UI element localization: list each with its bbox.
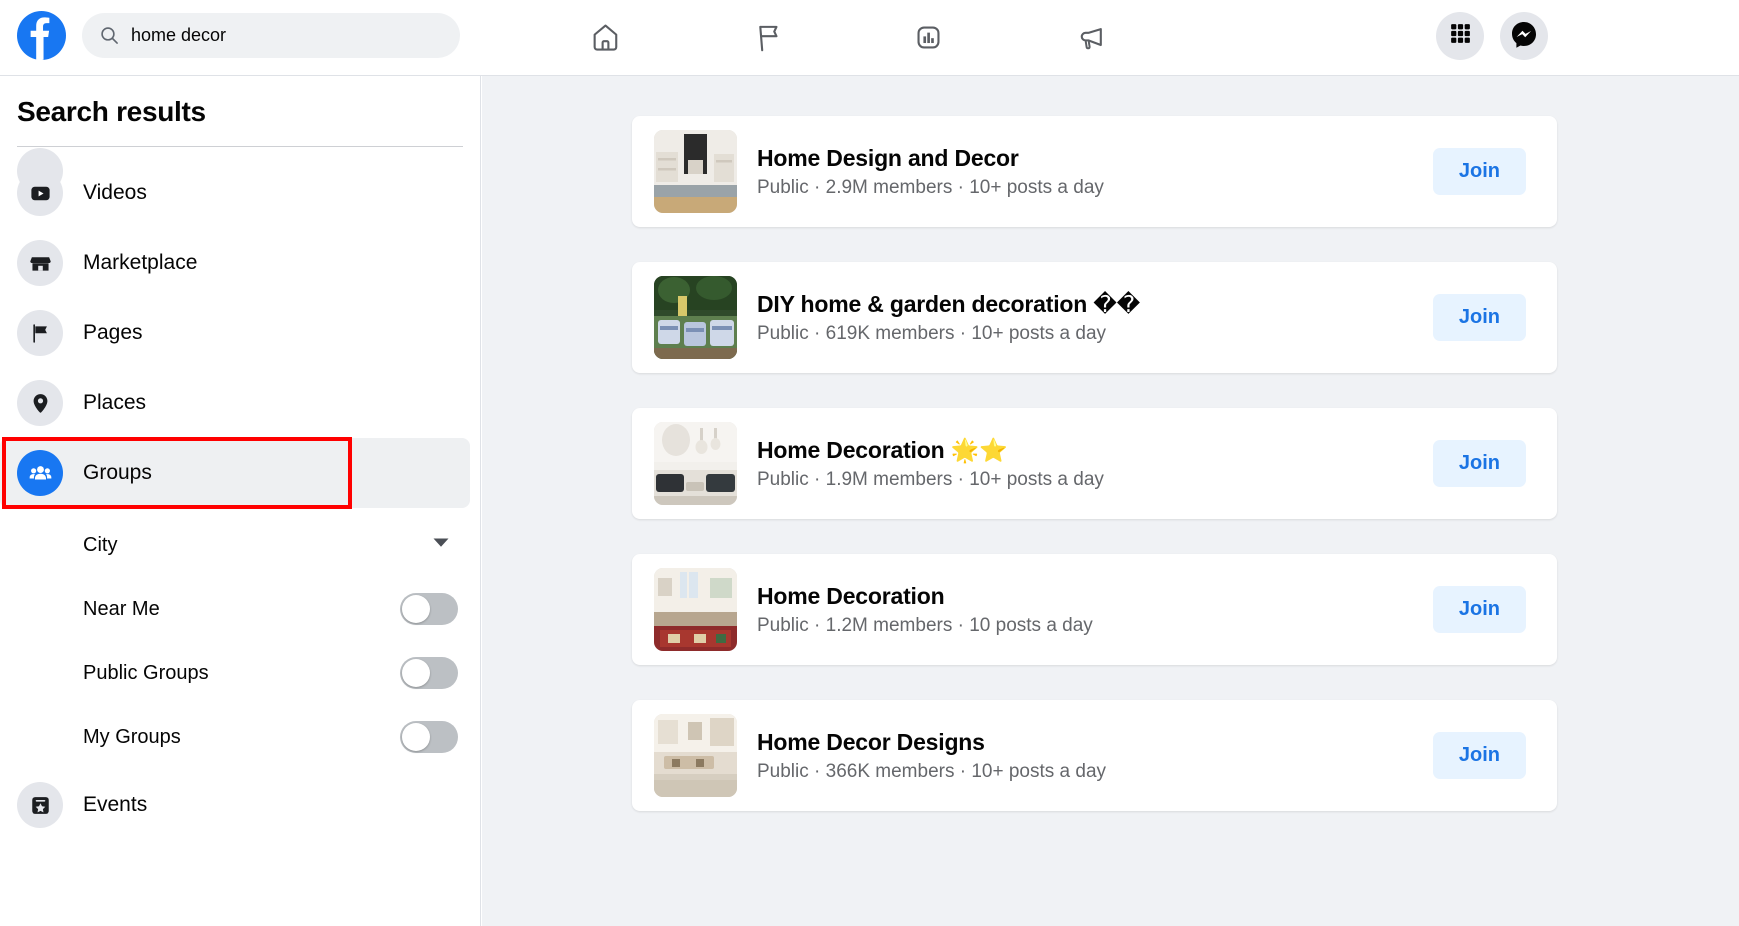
group-title: Home Design and Decor [757, 144, 1433, 173]
filter-label: City [83, 534, 117, 557]
toggle-knob [402, 723, 430, 751]
join-button[interactable]: Join [1433, 294, 1526, 341]
group-thumbnail [654, 130, 737, 213]
group-title: Home Decor Designs [757, 728, 1433, 757]
group-result-card[interactable]: Home Decoration 🌟⭐ Public · 1.9M members… [632, 408, 1557, 519]
search-filters-sidebar: Search results Videos Marketplace [0, 76, 481, 926]
filter-my-groups[interactable]: My Groups [0, 705, 470, 769]
join-button[interactable]: Join [1433, 732, 1526, 779]
toggle-near-me[interactable] [400, 593, 458, 625]
grid-menu-icon [1448, 21, 1473, 51]
messenger-button[interactable] [1500, 12, 1548, 60]
storefront-icon [17, 240, 63, 286]
group-info: Home Decor Designs Public · 366K members… [757, 728, 1433, 783]
sidebar-item-label: Marketplace [83, 251, 197, 275]
filter-near-me[interactable]: Near Me [0, 577, 470, 641]
group-thumbnail [654, 276, 737, 359]
location-pin-icon [17, 380, 63, 426]
join-button[interactable]: Join [1433, 586, 1526, 633]
filter-city[interactable]: City [0, 513, 470, 577]
megaphone-icon [1076, 22, 1107, 53]
sidebar-item-events[interactable]: Events [0, 770, 470, 840]
group-meta: Public · 2.9M members · 10+ posts a day [757, 177, 1433, 199]
group-info: Home Decoration Public · 1.2M members · … [757, 582, 1433, 637]
sidebar-item-label: Events [83, 793, 147, 817]
messenger-icon [1510, 20, 1538, 53]
sidebar-item-pages[interactable]: Pages [0, 298, 470, 368]
search-input[interactable] [131, 25, 431, 46]
group-info: DIY home & garden decoration �� Public ·… [757, 290, 1433, 345]
join-button[interactable]: Join [1433, 440, 1526, 487]
sidebar-item-groups[interactable]: Groups [0, 438, 470, 508]
group-thumbnail [654, 422, 737, 505]
filter-label: Near Me [83, 598, 160, 621]
nav-home[interactable] [561, 0, 649, 75]
toggle-knob [402, 659, 430, 687]
flag-icon [753, 22, 784, 53]
calendar-star-icon [17, 782, 63, 828]
group-result-card[interactable]: Home Design and Decor Public · 2.9M memb… [632, 116, 1557, 227]
nav-ads-manager[interactable] [884, 0, 972, 75]
toggle-knob [402, 595, 430, 623]
group-result-card[interactable]: DIY home & garden decoration �� Public ·… [632, 262, 1557, 373]
join-button[interactable]: Join [1433, 148, 1526, 195]
search-icon [100, 26, 119, 45]
facebook-logo[interactable] [17, 11, 66, 60]
top-navigation-bar [0, 0, 1739, 76]
group-meta: Public · 619K members · 10+ posts a day [757, 323, 1433, 345]
chevron-down-icon[interactable] [430, 532, 452, 559]
group-info: Home Decoration 🌟⭐ Public · 1.9M members… [757, 436, 1433, 491]
group-title: Home Decoration 🌟⭐ [757, 436, 1433, 465]
group-meta: Public · 366K members · 10+ posts a day [757, 761, 1433, 783]
sidebar-item-label: Groups [83, 461, 152, 485]
sidebar-item-places[interactable]: Places [0, 368, 470, 438]
group-info: Home Design and Decor Public · 2.9M memb… [757, 144, 1433, 199]
search-box[interactable] [82, 13, 460, 58]
video-icon [17, 170, 63, 216]
toggle-public-groups[interactable] [400, 657, 458, 689]
filter-public-groups[interactable]: Public Groups [0, 641, 470, 705]
group-thumbnail [654, 568, 737, 651]
toggle-my-groups[interactable] [400, 721, 458, 753]
group-title: Home Decoration [757, 582, 1433, 611]
nav-pages[interactable] [724, 0, 812, 75]
sidebar-item-label: Pages [83, 321, 143, 345]
filter-label: Public Groups [83, 662, 209, 685]
home-icon [590, 22, 621, 53]
group-meta: Public · 1.9M members · 10+ posts a day [757, 469, 1433, 491]
nav-ads[interactable] [1047, 0, 1135, 75]
sidebar-item-marketplace[interactable]: Marketplace [0, 228, 470, 298]
group-meta: Public · 1.2M members · 10 posts a day [757, 615, 1433, 637]
group-title: DIY home & garden decoration �� [757, 290, 1433, 319]
divider [17, 146, 463, 147]
sidebar-item-label: Places [83, 391, 146, 415]
groups-icon [17, 450, 63, 496]
page-title: Search results [17, 96, 206, 128]
group-thumbnail [654, 714, 737, 797]
filter-label: My Groups [83, 726, 181, 749]
group-result-card[interactable]: Home Decoration Public · 1.2M members · … [632, 554, 1557, 665]
chart-box-icon [913, 22, 944, 53]
sidebar-item-label: Videos [83, 181, 147, 205]
search-results-list: Home Design and Decor Public · 2.9M memb… [482, 76, 1739, 926]
flag-icon [17, 310, 63, 356]
group-result-card[interactable]: Home Decor Designs Public · 366K members… [632, 700, 1557, 811]
sidebar-item-videos[interactable]: Videos [0, 158, 470, 228]
menu-button[interactable] [1436, 12, 1484, 60]
